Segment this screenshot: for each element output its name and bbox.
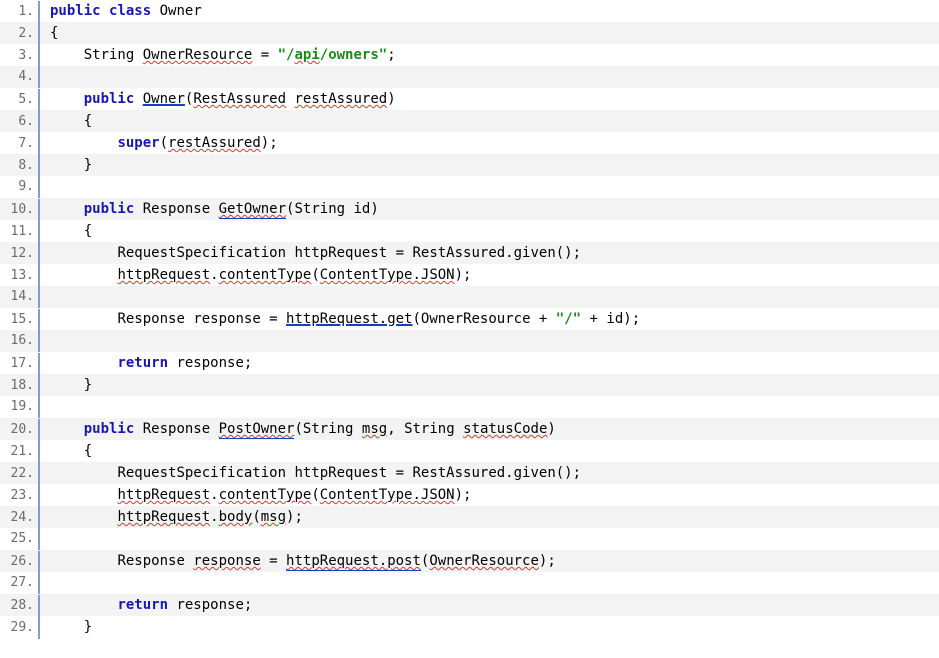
code-content: public Response GetOwner(String id): [50, 198, 939, 220]
code-line: 27.: [0, 572, 939, 594]
code-line: 19.: [0, 396, 939, 418]
line-number: 5.: [0, 89, 40, 111]
line-number: 11.: [0, 221, 40, 243]
line-number: 17.: [0, 353, 40, 375]
line-number: 28.: [0, 595, 40, 617]
line-number: 20.: [0, 419, 40, 441]
code-content: httpRequest.contentType(ContentType.JSON…: [50, 264, 939, 286]
code-content: {: [50, 110, 939, 132]
code-content: }: [50, 374, 939, 396]
code-editor: 1. public class Owner 2. { 3. String Own…: [0, 0, 939, 638]
line-number: 2.: [0, 23, 40, 45]
code-line: 2. {: [0, 22, 939, 44]
code-line: 14.: [0, 286, 939, 308]
line-number: 13.: [0, 265, 40, 287]
code-line: 20. public Response PostOwner(String msg…: [0, 418, 939, 440]
code-line: 4.: [0, 66, 939, 88]
code-line: 1. public class Owner: [0, 0, 939, 22]
line-number: 3.: [0, 45, 40, 67]
code-content: super(restAssured);: [50, 132, 939, 154]
code-content: return response;: [50, 594, 939, 616]
code-line: 28. return response;: [0, 594, 939, 616]
line-number: 9.: [0, 176, 40, 198]
code-line: 5. public Owner(RestAssured restAssured): [0, 88, 939, 110]
code-line: 7. super(restAssured);: [0, 132, 939, 154]
line-number: 26.: [0, 551, 40, 573]
line-number: 4.: [0, 66, 40, 88]
code-content: {: [50, 220, 939, 242]
code-line: 15. Response response = httpRequest.get(…: [0, 308, 939, 330]
code-content: httpRequest.body(msg);: [50, 506, 939, 528]
code-line: 17. return response;: [0, 352, 939, 374]
code-content: String OwnerResource = "/api/owners";: [50, 44, 939, 66]
line-number: 16.: [0, 330, 40, 352]
line-number: 22.: [0, 463, 40, 485]
code-content: public class Owner: [50, 0, 939, 22]
code-line: 29. }: [0, 616, 939, 638]
code-line: 8. }: [0, 154, 939, 176]
code-content: }: [50, 154, 939, 176]
code-line: 10. public Response GetOwner(String id): [0, 198, 939, 220]
line-number: 14.: [0, 286, 40, 308]
code-line: 22. RequestSpecification httpRequest = R…: [0, 462, 939, 484]
line-number: 7.: [0, 133, 40, 155]
code-line: 3. String OwnerResource = "/api/owners";: [0, 44, 939, 66]
code-line: 18. }: [0, 374, 939, 396]
code-content: }: [50, 616, 939, 638]
line-number: 19.: [0, 396, 40, 418]
line-number: 8.: [0, 155, 40, 177]
code-content: Response response = httpRequest.get(Owne…: [50, 308, 939, 330]
line-number: 6.: [0, 111, 40, 133]
line-number: 1.: [0, 1, 40, 23]
line-number: 21.: [0, 441, 40, 463]
code-line: 24. httpRequest.body(msg);: [0, 506, 939, 528]
code-content: RequestSpecification httpRequest = RestA…: [50, 242, 939, 264]
code-content: {: [50, 440, 939, 462]
code-line: 12. RequestSpecification httpRequest = R…: [0, 242, 939, 264]
code-content: public Response PostOwner(String msg, St…: [50, 418, 939, 440]
line-number: 24.: [0, 507, 40, 529]
code-line: 25.: [0, 528, 939, 550]
code-line: 11. {: [0, 220, 939, 242]
line-number: 29.: [0, 617, 40, 639]
code-line: 6. {: [0, 110, 939, 132]
code-line: 13. httpRequest.contentType(ContentType.…: [0, 264, 939, 286]
code-content: {: [50, 22, 939, 44]
code-line: 23. httpRequest.contentType(ContentType.…: [0, 484, 939, 506]
line-number: 10.: [0, 199, 40, 221]
code-content: RequestSpecification httpRequest = RestA…: [50, 462, 939, 484]
line-number: 23.: [0, 485, 40, 507]
code-content: public Owner(RestAssured restAssured): [50, 88, 939, 110]
line-number: 18.: [0, 375, 40, 397]
code-line: 16.: [0, 330, 939, 352]
line-number: 25.: [0, 528, 40, 550]
line-number: 15.: [0, 309, 40, 331]
code-content: return response;: [50, 352, 939, 374]
code-line: 9.: [0, 176, 939, 198]
code-line: 26. Response response = httpRequest.post…: [0, 550, 939, 572]
line-number: 27.: [0, 572, 40, 594]
code-content: Response response = httpRequest.post(Own…: [50, 550, 939, 572]
code-content: httpRequest.contentType(ContentType.JSON…: [50, 484, 939, 506]
line-number: 12.: [0, 243, 40, 265]
code-line: 21. {: [0, 440, 939, 462]
